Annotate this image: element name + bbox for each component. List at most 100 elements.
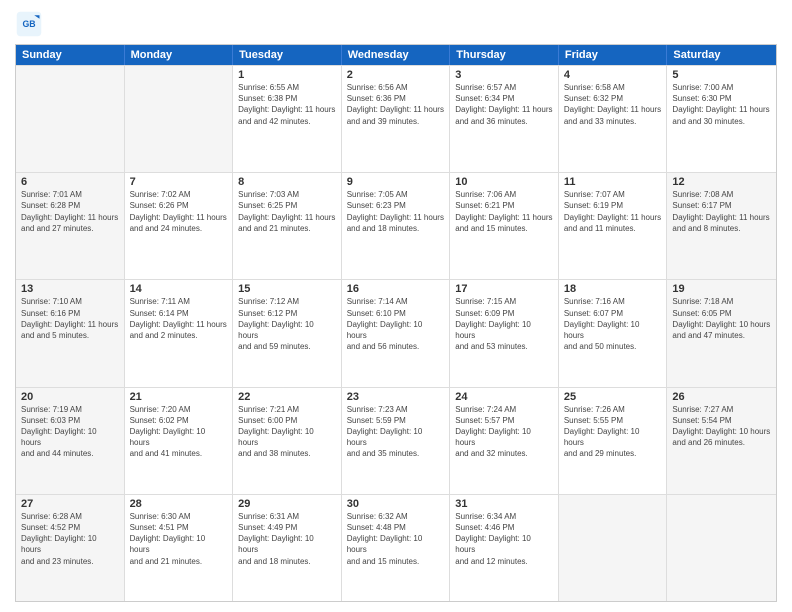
cal-cell-day-10: 10Sunrise: 7:06 AMSunset: 6:21 PMDayligh… [450,173,559,279]
daylight-text: Daylight: Daylight: 10 hoursand and 15 m… [347,533,445,567]
cal-cell-empty [559,495,668,601]
day-number: 2 [347,69,445,81]
day-of-week-monday: Monday [125,45,234,65]
daylight-text: Daylight: Daylight: 10 hoursand and 59 m… [238,319,336,353]
day-number: 21 [130,391,228,403]
daylight-text: Daylight: Daylight: 11 hoursand and 27 m… [21,212,119,234]
daylight-text: Daylight: Daylight: 11 hoursand and 8 mi… [672,212,771,234]
daylight-text: Daylight: Daylight: 10 hoursand and 38 m… [238,426,336,460]
daylight-text: Daylight: Daylight: 10 hoursand and 29 m… [564,426,662,460]
cal-cell-day-23: 23Sunrise: 7:23 AMSunset: 5:59 PMDayligh… [342,388,451,494]
cal-cell-day-13: 13Sunrise: 7:10 AMSunset: 6:16 PMDayligh… [16,280,125,386]
daylight-text: Daylight: Daylight: 11 hoursand and 11 m… [564,212,662,234]
sunrise-text: Sunrise: 7:06 AM [455,189,553,200]
sunrise-text: Sunrise: 7:11 AM [130,296,228,307]
sunrise-text: Sunrise: 7:15 AM [455,296,553,307]
daylight-text: Daylight: Daylight: 10 hoursand and 21 m… [130,533,228,567]
calendar-row-3: 13Sunrise: 7:10 AMSunset: 6:16 PMDayligh… [16,279,776,386]
day-of-week-sunday: Sunday [16,45,125,65]
cal-cell-day-24: 24Sunrise: 7:24 AMSunset: 5:57 PMDayligh… [450,388,559,494]
day-of-week-saturday: Saturday [667,45,776,65]
sunset-text: Sunset: 6:12 PM [238,308,336,319]
sunset-text: Sunset: 6:26 PM [130,200,228,211]
sunrise-text: Sunrise: 6:34 AM [455,511,553,522]
sunrise-text: Sunrise: 7:16 AM [564,296,662,307]
day-number: 17 [455,283,553,295]
sunrise-text: Sunrise: 6:30 AM [130,511,228,522]
daylight-text: Daylight: Daylight: 11 hoursand and 33 m… [564,104,662,126]
daylight-text: Daylight: Daylight: 10 hoursand and 44 m… [21,426,119,460]
sunset-text: Sunset: 4:46 PM [455,522,553,533]
sunset-text: Sunset: 6:09 PM [455,308,553,319]
day-number: 3 [455,69,553,81]
sunset-text: Sunset: 4:48 PM [347,522,445,533]
logo: GB [15,10,47,38]
day-number: 31 [455,498,553,510]
day-number: 23 [347,391,445,403]
daylight-text: Daylight: Daylight: 11 hoursand and 30 m… [672,104,771,126]
day-of-week-friday: Friday [559,45,668,65]
cal-cell-day-26: 26Sunrise: 7:27 AMSunset: 5:54 PMDayligh… [667,388,776,494]
daylight-text: Daylight: Daylight: 11 hoursand and 21 m… [238,212,336,234]
day-number: 25 [564,391,662,403]
day-number: 19 [672,283,771,295]
sunset-text: Sunset: 6:23 PM [347,200,445,211]
daylight-text: Daylight: Daylight: 10 hoursand and 50 m… [564,319,662,353]
calendar-header: SundayMondayTuesdayWednesdayThursdayFrid… [16,45,776,65]
calendar-row-4: 20Sunrise: 7:19 AMSunset: 6:03 PMDayligh… [16,387,776,494]
sunrise-text: Sunrise: 7:10 AM [21,296,119,307]
day-number: 30 [347,498,445,510]
day-number: 11 [564,176,662,188]
day-number: 14 [130,283,228,295]
daylight-text: Daylight: Daylight: 10 hoursand and 23 m… [21,533,119,567]
cal-cell-empty [16,66,125,172]
sunset-text: Sunset: 4:49 PM [238,522,336,533]
sunrise-text: Sunrise: 7:27 AM [672,404,771,415]
daylight-text: Daylight: Daylight: 11 hoursand and 39 m… [347,104,445,126]
sunset-text: Sunset: 5:57 PM [455,415,553,426]
sunrise-text: Sunrise: 7:26 AM [564,404,662,415]
day-number: 1 [238,69,336,81]
cal-cell-day-22: 22Sunrise: 7:21 AMSunset: 6:00 PMDayligh… [233,388,342,494]
sunset-text: Sunset: 6:25 PM [238,200,336,211]
sunset-text: Sunset: 4:52 PM [21,522,119,533]
cal-cell-day-7: 7Sunrise: 7:02 AMSunset: 6:26 PMDaylight… [125,173,234,279]
cal-cell-day-5: 5Sunrise: 7:00 AMSunset: 6:30 PMDaylight… [667,66,776,172]
cal-cell-day-12: 12Sunrise: 7:08 AMSunset: 6:17 PMDayligh… [667,173,776,279]
calendar-row-5: 27Sunrise: 6:28 AMSunset: 4:52 PMDayligh… [16,494,776,601]
daylight-text: Daylight: Daylight: 10 hoursand and 56 m… [347,319,445,353]
daylight-text: Daylight: Daylight: 11 hoursand and 42 m… [238,104,336,126]
header: GB [15,10,777,38]
sunrise-text: Sunrise: 6:56 AM [347,82,445,93]
day-number: 12 [672,176,771,188]
daylight-text: Daylight: Daylight: 10 hoursand and 35 m… [347,426,445,460]
sunrise-text: Sunrise: 6:28 AM [21,511,119,522]
day-number: 15 [238,283,336,295]
cal-cell-day-25: 25Sunrise: 7:26 AMSunset: 5:55 PMDayligh… [559,388,668,494]
day-number: 9 [347,176,445,188]
sunrise-text: Sunrise: 7:23 AM [347,404,445,415]
sunset-text: Sunset: 6:14 PM [130,308,228,319]
daylight-text: Daylight: Daylight: 11 hoursand and 18 m… [347,212,445,234]
calendar: SundayMondayTuesdayWednesdayThursdayFrid… [15,44,777,602]
sunrise-text: Sunrise: 7:07 AM [564,189,662,200]
daylight-text: Daylight: Daylight: 11 hoursand and 24 m… [130,212,228,234]
sunrise-text: Sunrise: 7:21 AM [238,404,336,415]
day-number: 13 [21,283,119,295]
sunset-text: Sunset: 4:51 PM [130,522,228,533]
cal-cell-day-4: 4Sunrise: 6:58 AMSunset: 6:32 PMDaylight… [559,66,668,172]
sunset-text: Sunset: 6:02 PM [130,415,228,426]
sunset-text: Sunset: 6:03 PM [21,415,119,426]
cal-cell-day-3: 3Sunrise: 6:57 AMSunset: 6:34 PMDaylight… [450,66,559,172]
day-number: 4 [564,69,662,81]
cal-cell-day-20: 20Sunrise: 7:19 AMSunset: 6:03 PMDayligh… [16,388,125,494]
sunrise-text: Sunrise: 7:19 AM [21,404,119,415]
daylight-text: Daylight: Daylight: 11 hoursand and 15 m… [455,212,553,234]
day-number: 24 [455,391,553,403]
sunrise-text: Sunrise: 7:08 AM [672,189,771,200]
day-of-week-tuesday: Tuesday [233,45,342,65]
daylight-text: Daylight: Daylight: 10 hoursand and 41 m… [130,426,228,460]
sunset-text: Sunset: 6:17 PM [672,200,771,211]
day-number: 27 [21,498,119,510]
sunset-text: Sunset: 6:36 PM [347,93,445,104]
